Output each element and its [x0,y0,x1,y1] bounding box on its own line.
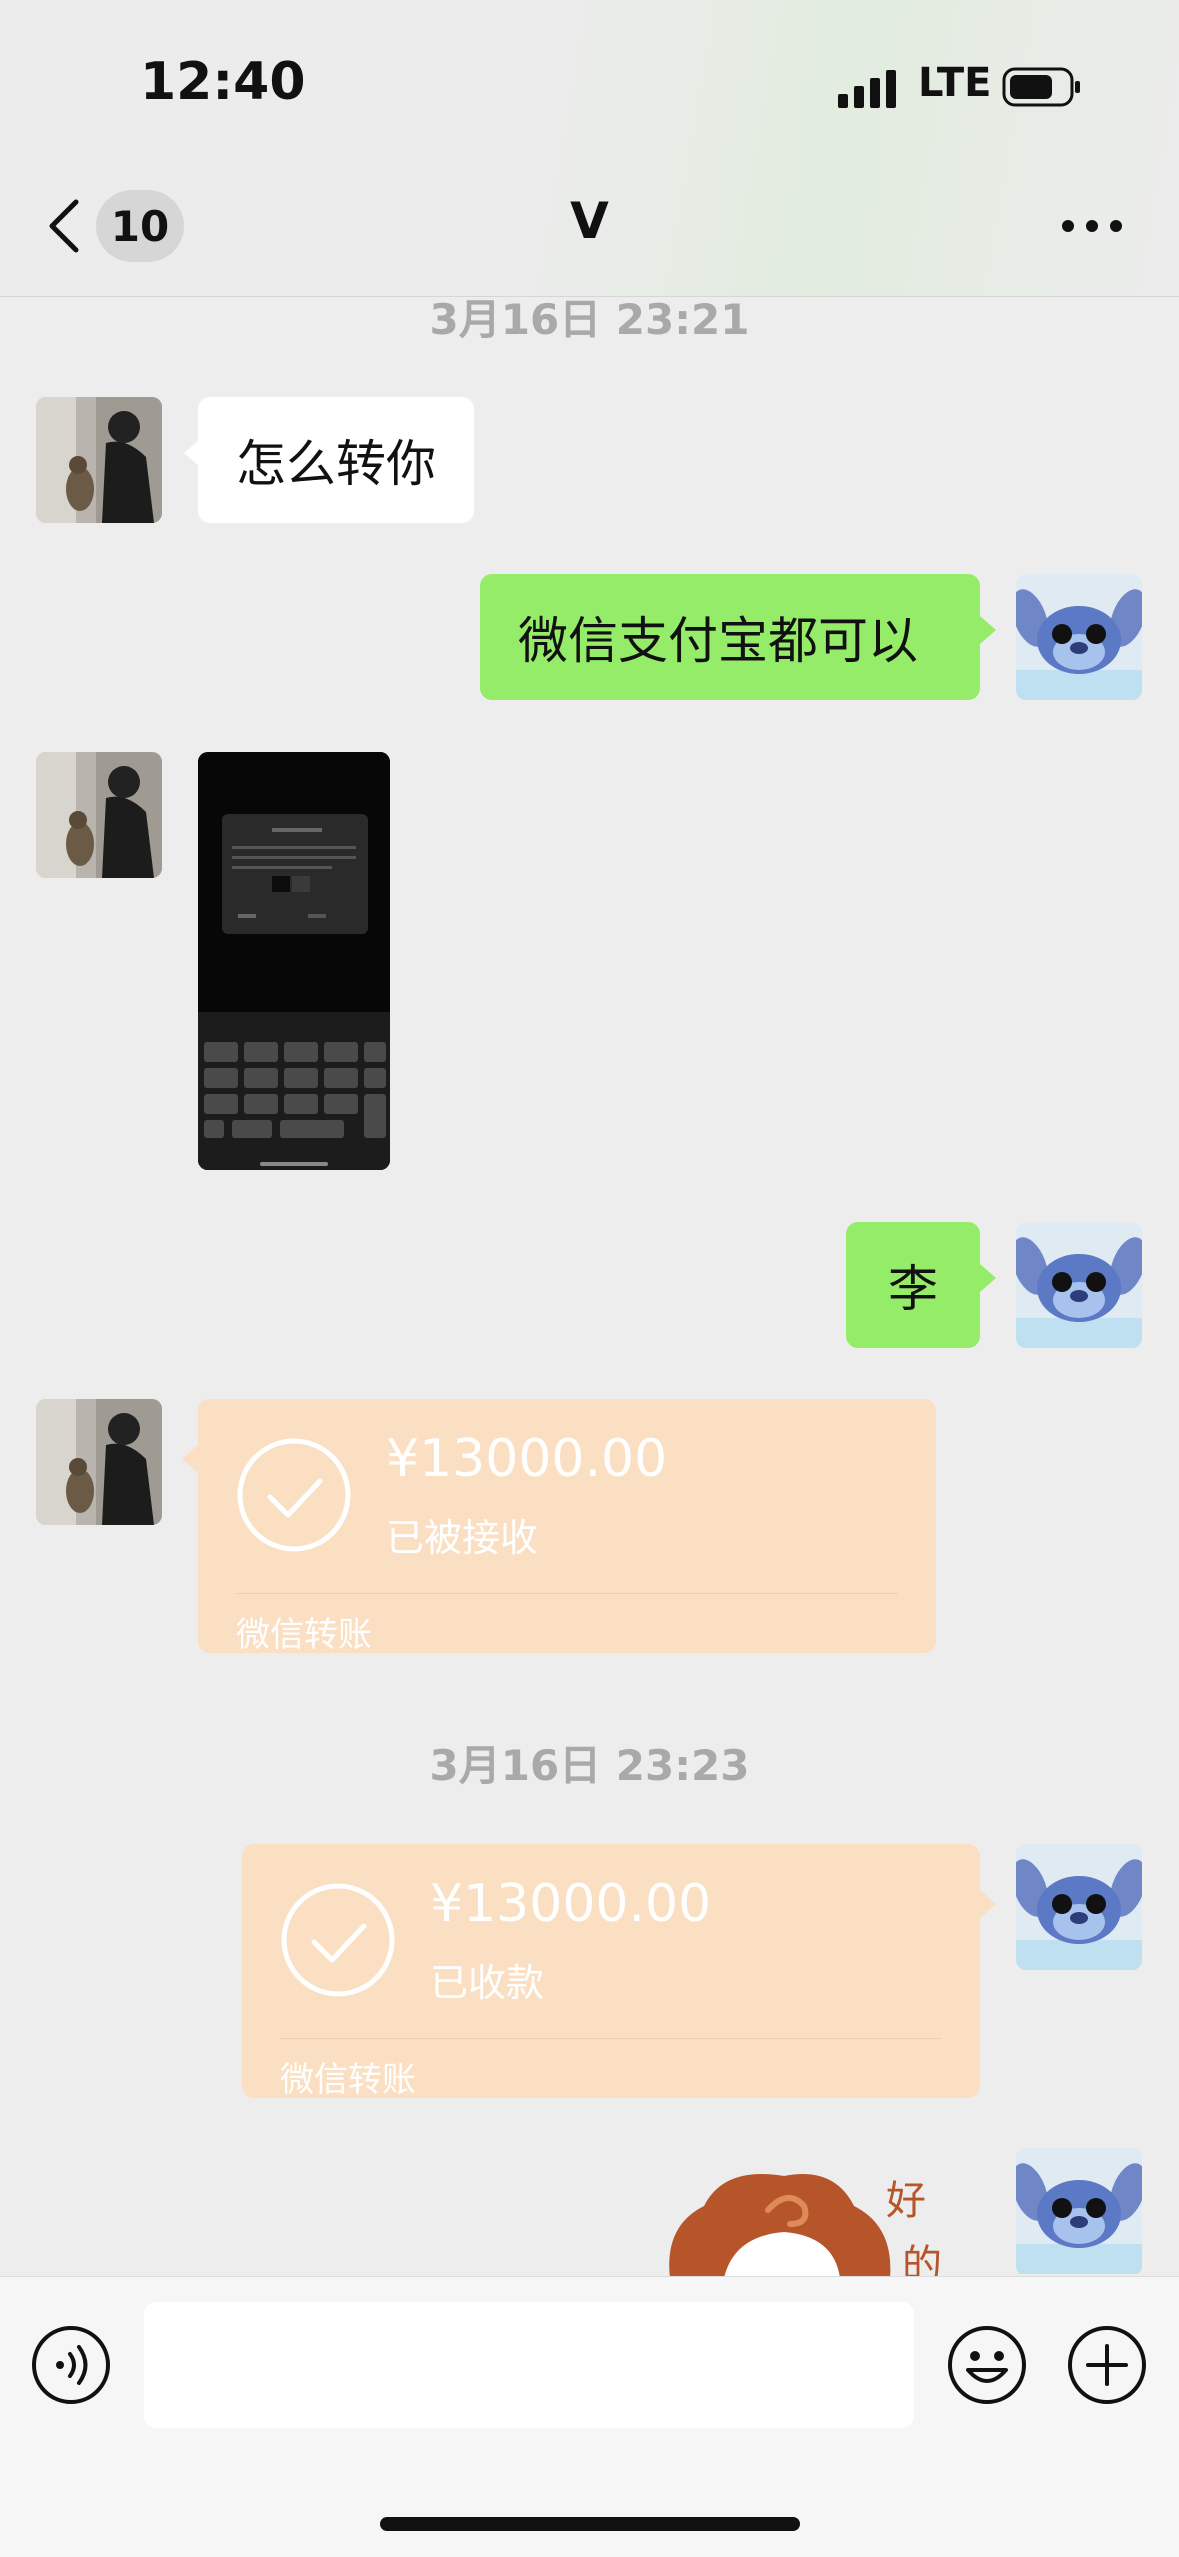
chat-title: V [570,192,609,250]
message-text: 怎么转你 [236,435,436,493]
my-avatar[interactable] [1016,2148,1142,2276]
message-text: 微信支付宝都可以 [518,612,918,670]
bubble-tail [184,439,200,467]
bubble-tail [980,1264,996,1292]
signal-icon [838,70,896,108]
check-circle-icon [237,1438,351,1552]
contact-avatar[interactable] [36,397,162,523]
my-avatar[interactable] [1016,1222,1142,1348]
transfer-card-outgoing[interactable]: ¥13000.00 已收款 微信转账 [242,1844,996,2100]
more-icon[interactable] [1060,212,1124,240]
timestamp: 3月16日 23:23 [429,1741,750,1790]
transfer-label: 微信转账 [236,1615,372,1655]
contact-avatar[interactable] [36,752,162,878]
battery-icon [1002,67,1080,107]
check-circle-icon [281,1883,395,1997]
transfer-status: 已收款 [430,1961,545,2005]
timestamp: 3月16日 23:21 [429,295,750,344]
card-divider [280,2038,942,2039]
message-input[interactable] [144,2302,914,2428]
voice-icon[interactable] [30,2324,112,2406]
message-bubble-incoming[interactable]: 怎么转你 [184,397,474,523]
my-avatar[interactable] [1016,574,1142,700]
transfer-amount: ¥13000.00 [386,1429,668,1489]
plus-icon[interactable] [1066,2324,1148,2406]
message-bubble-outgoing[interactable]: 微信支付宝都可以 [480,574,996,700]
bubble-tail [980,1890,996,1918]
emoji-icon[interactable] [946,2324,1028,2406]
transfer-status: 已被接收 [386,1516,539,1560]
card-divider [236,1593,898,1594]
transfer-label: 微信转账 [280,2060,416,2100]
image-message-thumbnail[interactable] [198,752,390,1170]
transfer-card-incoming[interactable]: ¥13000.00 已被接收 微信转账 [182,1399,936,1655]
navigation-bar [0,0,1179,297]
home-indicator [380,2517,800,2531]
bubble-tail [182,1445,198,1473]
network-type: LTE [918,60,992,106]
status-time: 12:40 [140,52,306,112]
contact-avatar[interactable] [36,1399,162,1525]
bubble-tail [980,616,996,644]
my-avatar[interactable] [1016,1844,1142,1970]
sticker-text: 好 [886,2178,926,2224]
transfer-amount: ¥13000.00 [430,1874,712,1934]
message-bubble-outgoing[interactable]: 李 [846,1222,996,1348]
message-text: 李 [888,1260,938,1318]
